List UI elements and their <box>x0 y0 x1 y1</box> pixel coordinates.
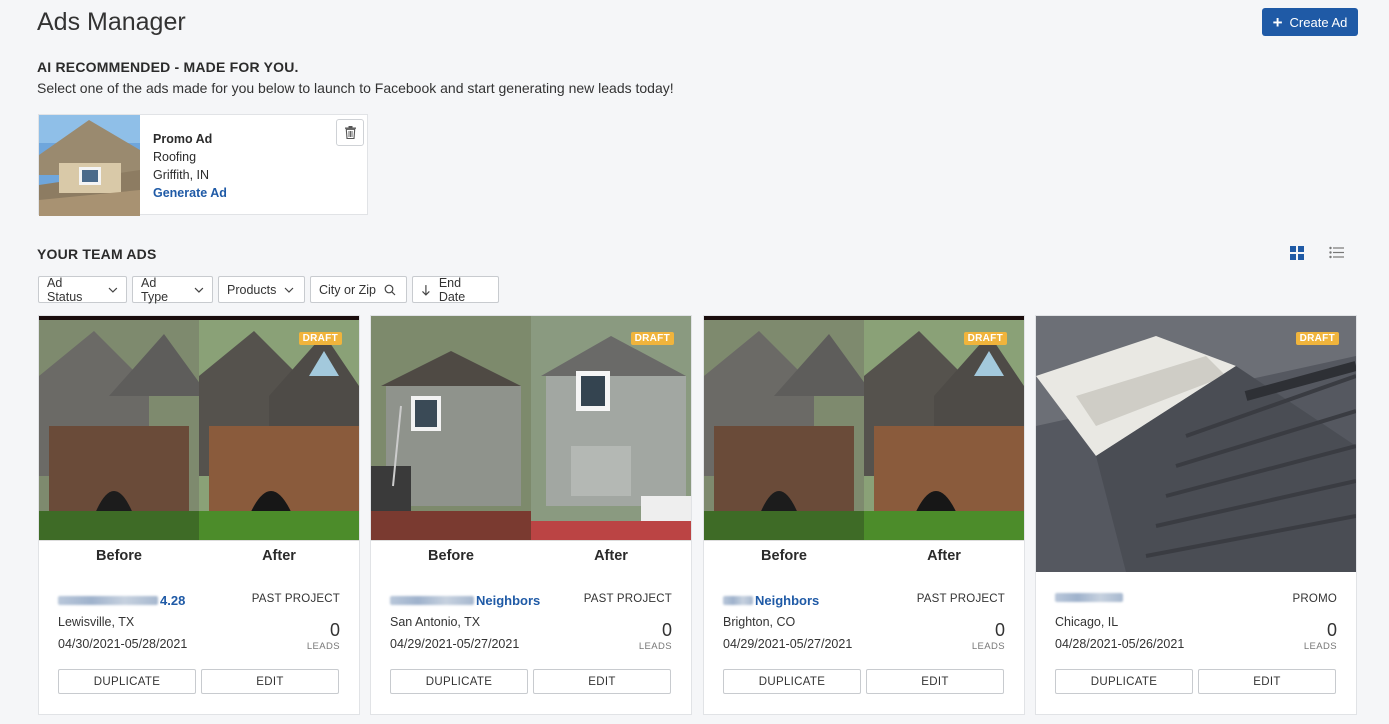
ad-image: DRAFT <box>1036 316 1356 572</box>
ad-name: 4.28 <box>160 593 186 608</box>
list-view-icon <box>1329 246 1344 259</box>
ad-type: PROMO <box>1292 593 1337 605</box>
status-badge: DRAFT <box>963 332 1007 345</box>
chevron-down-icon <box>108 287 118 293</box>
grid-view-toggle[interactable] <box>1290 246 1306 262</box>
leads-count: 0 <box>1326 620 1337 640</box>
ad-status-label: Ad Status <box>47 275 83 304</box>
leads-label: LEADS <box>971 641 1005 652</box>
after-label: After <box>594 548 628 564</box>
ad-card[interactable]: DRAFT PROMO Chicago, IL 04/28/2021-05/26… <box>1035 315 1357 715</box>
leads-count: 0 <box>329 620 340 640</box>
duplicate-button[interactable]: DUPLICATE <box>390 669 528 694</box>
trash-icon <box>344 126 356 139</box>
before-label: Before <box>761 548 807 564</box>
ad-name-link[interactable] <box>1055 593 1125 602</box>
create-ad-button[interactable]: + Create Ad <box>1262 8 1358 36</box>
leads-label: LEADS <box>1303 641 1337 652</box>
ad-city: San Antonio, TX <box>390 615 481 629</box>
ad-dates: 04/30/2021-05/28/2021 <box>58 637 188 651</box>
end-date-label: End Date <box>438 275 466 304</box>
city-zip-search[interactable]: City or Zip <box>310 276 407 303</box>
before-after-bar: Before After <box>39 540 359 572</box>
ad-name: Neighbors <box>755 593 820 608</box>
ad-name-link[interactable]: Neighbors <box>723 593 819 608</box>
search-icon <box>384 284 396 295</box>
before-label: Before <box>96 548 142 564</box>
duplicate-button[interactable]: DUPLICATE <box>723 669 861 694</box>
recommended-ad-category: Roofing <box>153 150 197 164</box>
recommended-ad-thumbnail <box>39 115 140 216</box>
ad-type: PAST PROJECT <box>916 593 1005 605</box>
page-title: Ads Manager <box>37 8 186 36</box>
leads-count: 0 <box>661 620 672 640</box>
status-badge: DRAFT <box>630 332 674 345</box>
ad-card[interactable]: Before After DRAFT Neighbors PAST PROJEC… <box>703 315 1025 715</box>
create-ad-label: Create Ad <box>1289 14 1348 30</box>
chevron-down-icon <box>284 287 294 293</box>
ad-city: Brighton, CO <box>723 615 796 629</box>
ai-recommended-title: AI RECOMMENDED - MADE FOR YOU. <box>37 59 299 75</box>
city-zip-placeholder: City or Zip <box>319 282 376 297</box>
ad-name-link[interactable]: 4.28 <box>58 593 185 608</box>
ad-city: Chicago, IL <box>1055 615 1119 629</box>
ad-card[interactable]: Before After DRAFT 4.28 PAST PROJECT Lew… <box>38 315 360 715</box>
recommended-ad-location: Griffith, IN <box>153 168 210 182</box>
edit-button[interactable]: EDIT <box>1198 669 1336 694</box>
products-label: Products <box>227 282 277 297</box>
ad-image: Before After DRAFT <box>371 316 691 572</box>
edit-button[interactable]: EDIT <box>533 669 671 694</box>
before-after-bar: Before After <box>704 540 1024 572</box>
products-filter[interactable]: Products <box>218 276 305 303</box>
ad-type-filter[interactable]: Ad Type <box>132 275 213 304</box>
before-label: Before <box>428 548 474 564</box>
before-after-bar: Before After <box>371 540 691 572</box>
plus-icon: + <box>1272 12 1283 32</box>
ad-card[interactable]: Before After DRAFT Neighbors PAST PROJEC… <box>370 315 692 715</box>
after-label: After <box>262 548 296 564</box>
recommended-ad-card: Promo Ad Roofing Griffith, IN Generate A… <box>38 114 368 216</box>
ai-recommended-subtitle: Select one of the ads made for you below… <box>37 80 674 96</box>
ad-dates: 04/29/2021-05/27/2021 <box>390 637 520 651</box>
leads-label: LEADS <box>306 641 340 652</box>
duplicate-button[interactable]: DUPLICATE <box>58 669 196 694</box>
generate-ad-link[interactable]: Generate Ad <box>153 184 227 202</box>
ad-dates: 04/29/2021-05/27/2021 <box>723 637 853 651</box>
recommended-ad-info: Promo Ad Roofing Griffith, IN Generate A… <box>153 130 227 202</box>
status-badge: DRAFT <box>298 332 342 345</box>
end-date-sort[interactable]: End Date <box>412 275 499 304</box>
ad-name-link[interactable]: Neighbors <box>390 593 540 608</box>
ad-image: Before After DRAFT <box>704 316 1024 572</box>
chevron-down-icon <box>194 287 204 293</box>
edit-button[interactable]: EDIT <box>866 669 1004 694</box>
duplicate-button[interactable]: DUPLICATE <box>1055 669 1193 694</box>
team-ads-title: YOUR TEAM ADS <box>37 246 157 262</box>
ad-type: PAST PROJECT <box>251 593 340 605</box>
ad-type-label: Ad Type <box>141 275 169 304</box>
arrow-down-icon <box>422 284 430 296</box>
ad-dates: 04/28/2021-05/26/2021 <box>1055 637 1185 651</box>
leads-count: 0 <box>994 620 1005 640</box>
ad-type: PAST PROJECT <box>583 593 672 605</box>
recommended-ad-title: Promo Ad <box>153 132 213 146</box>
list-view-toggle[interactable] <box>1329 246 1345 262</box>
after-label: After <box>927 548 961 564</box>
ad-status-filter[interactable]: Ad Status <box>38 275 127 304</box>
ad-image: Before After DRAFT <box>39 316 359 572</box>
edit-button[interactable]: EDIT <box>201 669 339 694</box>
ad-name: Neighbors <box>476 593 541 608</box>
grid-view-icon <box>1290 246 1304 260</box>
status-badge: DRAFT <box>1295 332 1339 345</box>
leads-label: LEADS <box>638 641 672 652</box>
delete-recommended-button[interactable] <box>336 119 364 146</box>
ad-city: Lewisville, TX <box>58 615 135 629</box>
